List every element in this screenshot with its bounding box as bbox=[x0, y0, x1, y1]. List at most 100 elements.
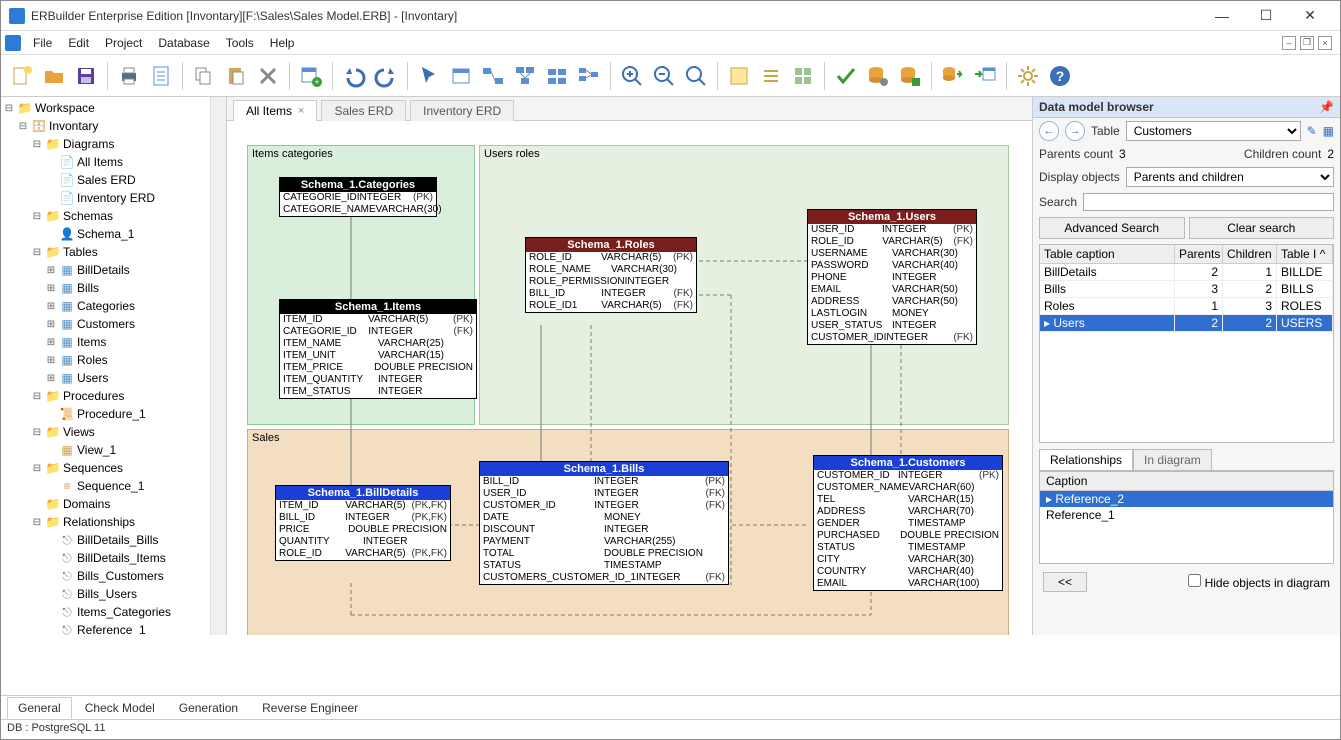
tree-r5[interactable]: Items_Categories bbox=[77, 605, 171, 619]
advanced-search-button[interactable]: Advanced Search bbox=[1039, 217, 1185, 239]
entity-categories[interactable]: Schema_1.Categories CATEGORIE_IDINTEGER(… bbox=[279, 177, 437, 217]
menu-file[interactable]: File bbox=[25, 36, 60, 50]
close-icon[interactable]: × bbox=[298, 105, 304, 117]
undo-icon[interactable] bbox=[339, 61, 369, 91]
window-close[interactable]: ✕ bbox=[1288, 2, 1332, 30]
menu-help[interactable]: Help bbox=[262, 36, 303, 50]
menu-tools[interactable]: Tools bbox=[218, 36, 262, 50]
db-arrow-icon[interactable] bbox=[938, 61, 968, 91]
zoom-fit-icon[interactable] bbox=[681, 61, 711, 91]
ftab-reverse[interactable]: Reverse Engineer bbox=[251, 697, 369, 719]
hide-objects-checkbox[interactable]: Hide objects in diagram bbox=[1188, 574, 1330, 590]
add-table-icon[interactable]: + bbox=[296, 61, 326, 91]
window-maximize[interactable]: ☐ bbox=[1244, 2, 1288, 30]
save-icon[interactable] bbox=[71, 61, 101, 91]
tree-diag-inv[interactable]: Inventory ERD bbox=[77, 191, 155, 205]
settings-icon[interactable] bbox=[1013, 61, 1043, 91]
tree-diagrams[interactable]: Diagrams bbox=[63, 137, 114, 151]
tree-diag-all[interactable]: All Items bbox=[77, 155, 123, 169]
ftab-check[interactable]: Check Model bbox=[74, 697, 166, 719]
tab-inventory-erd[interactable]: Inventory ERD bbox=[410, 100, 514, 121]
paste-icon[interactable] bbox=[221, 61, 251, 91]
table-row[interactable]: ▸ Users22USERS bbox=[1040, 315, 1333, 332]
tree-project[interactable]: Invontary bbox=[49, 119, 98, 133]
clear-search-button[interactable]: Clear search bbox=[1189, 217, 1335, 239]
zoom-in-icon[interactable] bbox=[617, 61, 647, 91]
tree-relationships[interactable]: Relationships bbox=[63, 515, 135, 529]
edit-icon[interactable]: ✎ bbox=[1307, 124, 1317, 138]
entity-items[interactable]: Schema_1.Items ITEM_IDVARCHAR(5)(PK)CATE… bbox=[279, 299, 477, 399]
table-select[interactable]: Customers bbox=[1126, 121, 1301, 141]
tree-domains[interactable]: Domains bbox=[63, 497, 110, 511]
tab-all-items[interactable]: All Items× bbox=[233, 100, 317, 121]
new-icon[interactable] bbox=[7, 61, 37, 91]
help-icon[interactable]: ? bbox=[1045, 61, 1075, 91]
print-icon[interactable] bbox=[114, 61, 144, 91]
nav-back-icon[interactable]: ← bbox=[1039, 121, 1059, 141]
table-row[interactable]: BillDetails21BILLDE bbox=[1040, 264, 1333, 281]
note-icon[interactable] bbox=[724, 61, 754, 91]
entity-billdetails[interactable]: Schema_1.BillDetails ITEM_IDVARCHAR(5)(P… bbox=[275, 485, 451, 561]
tree-r3[interactable]: Bills_Customers bbox=[77, 569, 164, 583]
entity-bills[interactable]: Schema_1.Bills BILL_IDINTEGER(PK)USER_ID… bbox=[479, 461, 729, 585]
tree-t1[interactable]: BillDetails bbox=[77, 263, 130, 277]
zoom-out-icon[interactable] bbox=[649, 61, 679, 91]
back-button[interactable]: << bbox=[1043, 572, 1087, 592]
tree-t6[interactable]: Roles bbox=[77, 353, 108, 367]
tree-t4[interactable]: Customers bbox=[77, 317, 135, 331]
search-input[interactable] bbox=[1083, 193, 1334, 211]
relation-tool-icon[interactable] bbox=[478, 61, 508, 91]
mdi-restore[interactable]: ❐ bbox=[1300, 36, 1314, 50]
tree-sequences[interactable]: Sequences bbox=[63, 461, 123, 475]
subtab-relationships[interactable]: Relationships bbox=[1039, 449, 1133, 470]
tree-procedures[interactable]: Procedures bbox=[63, 389, 124, 403]
report-icon[interactable] bbox=[146, 61, 176, 91]
region-tool-icon[interactable] bbox=[542, 61, 572, 91]
tree-r6[interactable]: Reference_1 bbox=[77, 623, 146, 635]
entity-customers[interactable]: Schema_1.Customers CUSTOMER_IDINTEGER(PK… bbox=[813, 455, 1003, 591]
tree-seq1[interactable]: Sequence_1 bbox=[77, 479, 144, 493]
copy-icon[interactable] bbox=[189, 61, 219, 91]
tab-sales-erd[interactable]: Sales ERD bbox=[321, 100, 406, 121]
tree-r2[interactable]: BillDetails_Items bbox=[77, 551, 166, 565]
check-icon[interactable] bbox=[831, 61, 861, 91]
browser-grid[interactable]: Table caption Parents Children Table I ^… bbox=[1039, 244, 1334, 443]
pin-icon[interactable]: 📌 bbox=[1319, 100, 1334, 114]
diagram-canvas[interactable]: Items categories Users roles Sales bbox=[227, 121, 1032, 635]
mdi-minimize[interactable]: – bbox=[1282, 36, 1296, 50]
workspace-tree[interactable]: ⊟📁Workspace ⊟🗄Invontary ⊟📁Diagrams 📄All … bbox=[1, 97, 227, 635]
ftab-generation[interactable]: Generation bbox=[168, 697, 249, 719]
table-row[interactable]: Roles13ROLES bbox=[1040, 298, 1333, 315]
tree-diag-sales[interactable]: Sales ERD bbox=[77, 173, 136, 187]
mdi-close[interactable]: × bbox=[1318, 36, 1332, 50]
list-item[interactable]: ▸ Reference_2 bbox=[1040, 491, 1333, 507]
layout-tool-icon[interactable] bbox=[574, 61, 604, 91]
subtab-in-diagram[interactable]: In diagram bbox=[1133, 449, 1212, 470]
entity-users[interactable]: Schema_1.Users USER_IDINTEGER(PK)ROLE_ID… bbox=[807, 209, 977, 345]
nav-fwd-icon[interactable]: → bbox=[1065, 121, 1085, 141]
window-minimize[interactable]: — bbox=[1200, 2, 1244, 30]
menu-project[interactable]: Project bbox=[97, 36, 150, 50]
tree-t3[interactable]: Categories bbox=[77, 299, 135, 313]
table-arrow-icon[interactable] bbox=[970, 61, 1000, 91]
delete-icon[interactable] bbox=[253, 61, 283, 91]
group-tool-icon[interactable] bbox=[510, 61, 540, 91]
menu-edit[interactable]: Edit bbox=[60, 36, 97, 50]
goto-icon[interactable]: ▦ bbox=[1323, 124, 1334, 138]
db-gear-icon[interactable] bbox=[863, 61, 893, 91]
redo-icon[interactable] bbox=[371, 61, 401, 91]
tree-tables[interactable]: Tables bbox=[63, 245, 98, 259]
tree-t7[interactable]: Users bbox=[77, 371, 108, 385]
table-row[interactable]: Bills32BILLS bbox=[1040, 281, 1333, 298]
list-item[interactable]: Reference_1 bbox=[1040, 507, 1333, 523]
table-tool-icon[interactable] bbox=[446, 61, 476, 91]
tree-t5[interactable]: Items bbox=[77, 335, 106, 349]
tree-r1[interactable]: BillDetails_Bills bbox=[77, 533, 158, 547]
pointer-icon[interactable] bbox=[414, 61, 444, 91]
entity-roles[interactable]: Schema_1.Roles ROLE_IDVARCHAR(5)(PK)ROLE… bbox=[525, 237, 697, 313]
tree-workspace[interactable]: Workspace bbox=[35, 101, 95, 115]
relationships-list[interactable]: Caption ▸ Reference_2 Reference_1 bbox=[1039, 471, 1334, 564]
tree-proc1[interactable]: Procedure_1 bbox=[77, 407, 146, 421]
ftab-general[interactable]: General bbox=[7, 697, 72, 719]
tree-schemas[interactable]: Schemas bbox=[63, 209, 113, 223]
